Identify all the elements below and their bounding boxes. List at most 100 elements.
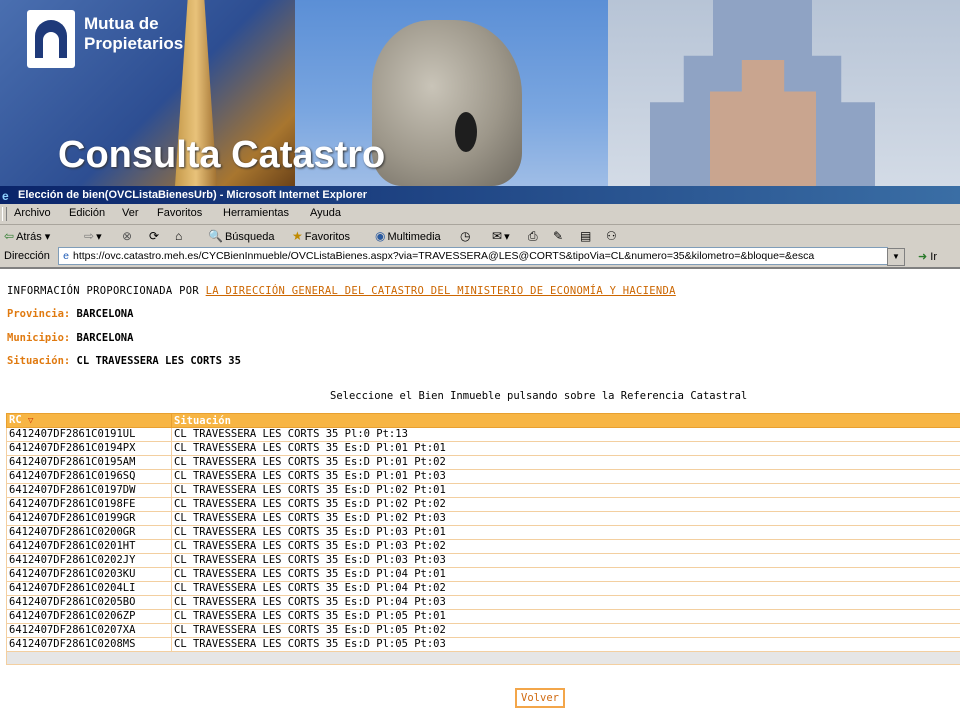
window-titlebar[interactable]: e Elección de bien(OVCListaBienesUrb) - M…: [0, 186, 960, 204]
table-row[interactable]: 6412407DF2861C0202JY CL TRAVESSERA LES CO…: [6, 553, 960, 568]
menu-favoritos[interactable]: Favoritos: [157, 207, 202, 219]
results-table: RC ▽ Situación 6412407DF2861C0191UL CL TR…: [6, 413, 960, 665]
go-button[interactable]: ➜ Ir: [918, 250, 937, 263]
situacion-value: CL TRAVESSERA LES CORTS 35: [76, 355, 241, 367]
table-row[interactable]: 6412407DF2861C0206ZP CL TRAVESSERA LES CO…: [6, 609, 960, 624]
cell-situacion: CL TRAVESSERA LES CORTS 35 Es:D Pl:05 Pt…: [171, 609, 960, 624]
history-button[interactable]: ◷: [460, 228, 472, 244]
sort-descending-icon[interactable]: ▽: [28, 416, 33, 426]
cell-rc[interactable]: 6412407DF2861C0198FE: [6, 497, 172, 512]
home-button[interactable]: ⌂: [175, 228, 184, 244]
table-body: 6412407DF2861C0191UL CL TRAVESSERA LES CO…: [6, 427, 960, 665]
cell-rc[interactable]: 6412407DF2861C0208MS: [6, 637, 172, 652]
table-header-row: RC ▽ Situación: [6, 413, 960, 428]
cell-situacion: CL TRAVESSERA LES CORTS 35 Pl:0 Pt:13: [171, 427, 960, 442]
window-title: Elección de bien(OVCListaBienesUrb) - Mi…: [18, 189, 368, 201]
cell-rc[interactable]: 6412407DF2861C0206ZP: [6, 609, 172, 624]
mail-icon: ✉: [492, 229, 503, 243]
address-label: Dirección: [4, 250, 50, 262]
menu-edicion[interactable]: Edición: [69, 207, 105, 219]
column-rc-label: RC: [9, 414, 22, 426]
table-row[interactable]: 6412407DF2861C0200GR CL TRAVESSERA LES CO…: [6, 525, 960, 540]
table-row[interactable]: 6412407DF2861C0199GR CL TRAVESSERA LES CO…: [6, 511, 960, 526]
cell-rc[interactable]: 6412407DF2861C0199GR: [6, 511, 172, 526]
media-button[interactable]: ◉ Multimedia: [375, 228, 441, 244]
menu-ayuda[interactable]: Ayuda: [310, 207, 341, 219]
table-row[interactable]: 6412407DF2861C0201HT CL TRAVESSERA LES CO…: [6, 539, 960, 554]
cell-situacion: CL TRAVESSERA LES CORTS 35 Es:D Pl:02 Pt…: [171, 511, 960, 526]
provincia-value: BARCELONA: [76, 308, 134, 320]
search-icon: 🔍: [208, 229, 223, 243]
cell-rc[interactable]: 6412407DF2861C0207XA: [6, 623, 172, 638]
menu-herramientas[interactable]: Herramientas: [223, 207, 289, 219]
menu-ver[interactable]: Ver: [122, 207, 139, 219]
address-url: https://ovc.catastro.meh.es/CYCBienInmue…: [73, 250, 815, 262]
provincia-field: Provincia: BARCELONA: [7, 308, 133, 320]
cell-situacion: CL TRAVESSERA LES CORTS 35 Es:D Pl:03 Pt…: [171, 525, 960, 540]
refresh-button[interactable]: ⟳: [149, 228, 161, 244]
column-header-situacion[interactable]: Situación: [171, 413, 960, 428]
table-row[interactable]: 6412407DF2861C0194PX CL TRAVESSERA LES CO…: [6, 441, 960, 456]
provincia-label: Provincia:: [7, 308, 71, 320]
cell-rc[interactable]: 6412407DF2861C0204LI: [6, 581, 172, 596]
table-row[interactable]: 6412407DF2861C0208MS CL TRAVESSERA LES CO…: [6, 637, 960, 652]
cell-situacion: CL TRAVESSERA LES CORTS 35 Es:D Pl:02 Pt…: [171, 483, 960, 498]
back-arrow-icon: ⇦: [4, 229, 15, 243]
table-row[interactable]: 6412407DF2861C0197DW CL TRAVESSERA LES CO…: [6, 483, 960, 498]
discuss-button[interactable]: ▤: [580, 228, 593, 244]
table-row[interactable]: 6412407DF2861C0203KU CL TRAVESSERA LES CO…: [6, 567, 960, 582]
cell-rc[interactable]: 6412407DF2861C0201HT: [6, 539, 172, 554]
standard-toolbar: ⇦ Atrás ▾ ⇨ ▾ ⊗ ⟳ ⌂ 🔍 Búsqueda ★ Favoritos ◉…: [0, 225, 960, 248]
stop-button[interactable]: ⊗: [122, 228, 134, 244]
cell-situacion: CL TRAVESSERA LES CORTS 35 Es:D Pl:01 Pt…: [171, 441, 960, 456]
print-button[interactable]: ⎙: [528, 228, 540, 244]
favorites-button[interactable]: ★ Favoritos: [292, 228, 350, 244]
back-page-button[interactable]: Volver: [515, 688, 565, 708]
print-icon: ⎙: [528, 229, 538, 243]
table-row[interactable]: 6412407DF2861C0204LI CL TRAVESSERA LES CO…: [6, 581, 960, 596]
cell-rc[interactable]: 6412407DF2861C0195AM: [6, 455, 172, 470]
cell-situacion: CL TRAVESSERA LES CORTS 35 Es:D Pl:04 Pt…: [171, 595, 960, 610]
cell-rc[interactable]: 6412407DF2861C0194PX: [6, 441, 172, 456]
search-button[interactable]: 🔍 Búsqueda: [208, 228, 275, 244]
go-arrow-icon: ➜: [918, 251, 928, 263]
catastro-link[interactable]: LA DIRECCIÓN GENERAL DEL CATASTRO DEL MI…: [206, 285, 676, 297]
history-icon: ◷: [460, 229, 471, 243]
back-button[interactable]: ⇦ Atrás ▾: [4, 228, 50, 244]
menu-archivo[interactable]: Archivo: [14, 207, 51, 219]
messenger-button[interactable]: ⚇: [606, 228, 619, 244]
media-label: Multimedia: [387, 231, 441, 243]
cell-rc[interactable]: 6412407DF2861C0196SQ: [6, 469, 172, 484]
address-input[interactable]: e https://ovc.catastro.meh.es/CYCBienInmu…: [58, 247, 888, 265]
cell-rc[interactable]: 6412407DF2861C0202JY: [6, 553, 172, 568]
menu-bar: Archivo Edición Ver Favoritos Herramient…: [0, 204, 960, 225]
table-row[interactable]: 6412407DF2861C0191UL CL TRAVESSERA LES CO…: [6, 427, 960, 442]
company-logo-text: Mutua de Propietarios: [84, 14, 183, 54]
address-dropdown-icon[interactable]: ▼: [887, 248, 905, 266]
mail-button[interactable]: ✉ ▾: [492, 228, 510, 244]
cell-rc[interactable]: 6412407DF2861C0203KU: [6, 567, 172, 582]
column-header-rc[interactable]: RC ▽: [6, 413, 172, 428]
messenger-icon: ⚇: [606, 229, 617, 243]
page-content: INFORMACIÓN PROPORCIONADA POR LA DIRECCI…: [0, 269, 960, 720]
refresh-icon: ⟳: [149, 229, 160, 243]
banner-chimney-hole: [455, 112, 477, 152]
table-row[interactable]: 6412407DF2861C0195AM CL TRAVESSERA LES CO…: [6, 455, 960, 470]
table-row[interactable]: 6412407DF2861C0207XA CL TRAVESSERA LES CO…: [6, 623, 960, 638]
table-row[interactable]: 6412407DF2861C0198FE CL TRAVESSERA LES CO…: [6, 497, 960, 512]
banner-chimney-image: [372, 20, 522, 186]
cell-situacion: CL TRAVESSERA LES CORTS 35 Es:D Pl:05 Pt…: [171, 637, 960, 652]
address-bar: Dirección e https://ovc.catastro.meh.es/C…: [0, 247, 960, 269]
edit-button[interactable]: ✎: [553, 228, 565, 244]
table-footer-cell: [6, 651, 960, 665]
forward-button[interactable]: ⇨ ▾: [84, 228, 102, 244]
cell-rc[interactable]: 6412407DF2861C0197DW: [6, 483, 172, 498]
table-row[interactable]: 6412407DF2861C0196SQ CL TRAVESSERA LES CO…: [6, 469, 960, 484]
situacion-field: Situación: CL TRAVESSERA LES CORTS 35: [7, 355, 241, 367]
cell-rc[interactable]: 6412407DF2861C0200GR: [6, 525, 172, 540]
cell-rc[interactable]: 6412407DF2861C0191UL: [6, 427, 172, 442]
cell-situacion: CL TRAVESSERA LES CORTS 35 Es:D Pl:04 Pt…: [171, 567, 960, 582]
table-row[interactable]: 6412407DF2861C0205BO CL TRAVESSERA LES CO…: [6, 595, 960, 610]
cell-rc[interactable]: 6412407DF2861C0205BO: [6, 595, 172, 610]
menu-grip-icon[interactable]: [2, 207, 7, 221]
